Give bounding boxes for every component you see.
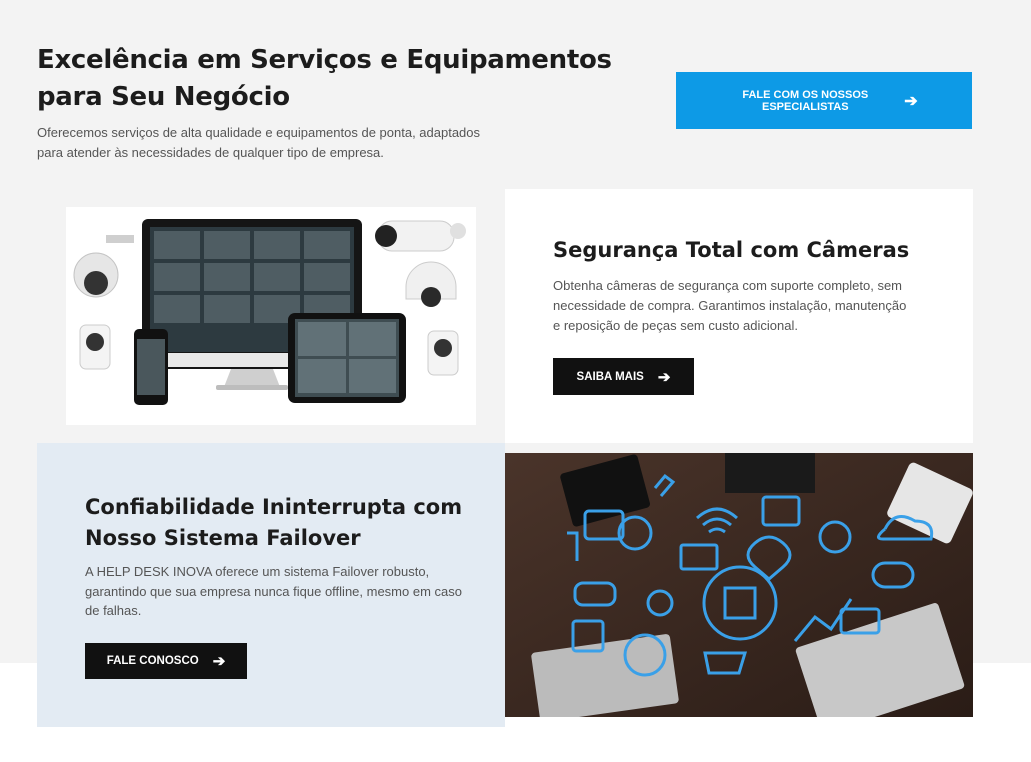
- security-description: Obtenha câmeras de segurança com suporte…: [553, 278, 907, 333]
- page-title: Excelência em Serviços e Equipamentos pa…: [37, 45, 612, 112]
- technology-network-image: [505, 453, 973, 717]
- security-cameras-image: [66, 207, 476, 425]
- arrow-right-icon: ➔: [657, 368, 671, 386]
- failover-description: A HELP DESK INOVA oferece um sistema Fai…: [85, 564, 462, 618]
- arrow-right-icon: ➔: [904, 92, 918, 110]
- security-title: Segurança Total com Câmeras: [553, 238, 910, 262]
- contact-specialists-button[interactable]: FALE COM OS NOSSOS ESPECIALISTAS ➔: [676, 72, 972, 129]
- learn-more-button[interactable]: SAIBA MAIS ➔: [553, 358, 694, 395]
- learn-more-label: SAIBA MAIS: [576, 370, 644, 383]
- hero-subtitle: Oferecemos serviços de alta qualidade e …: [37, 125, 481, 160]
- contact-us-label: FALE CONOSCO: [106, 655, 199, 667]
- contact-us-button[interactable]: FALE CONOSCO ➔: [85, 643, 247, 679]
- arrow-right-icon: ➔: [212, 653, 226, 670]
- contact-specialists-label: FALE COM OS NOSSOS ESPECIALISTAS: [742, 88, 869, 113]
- failover-title: Confiabilidade Ininterrupta com Nosso Si…: [85, 495, 463, 550]
